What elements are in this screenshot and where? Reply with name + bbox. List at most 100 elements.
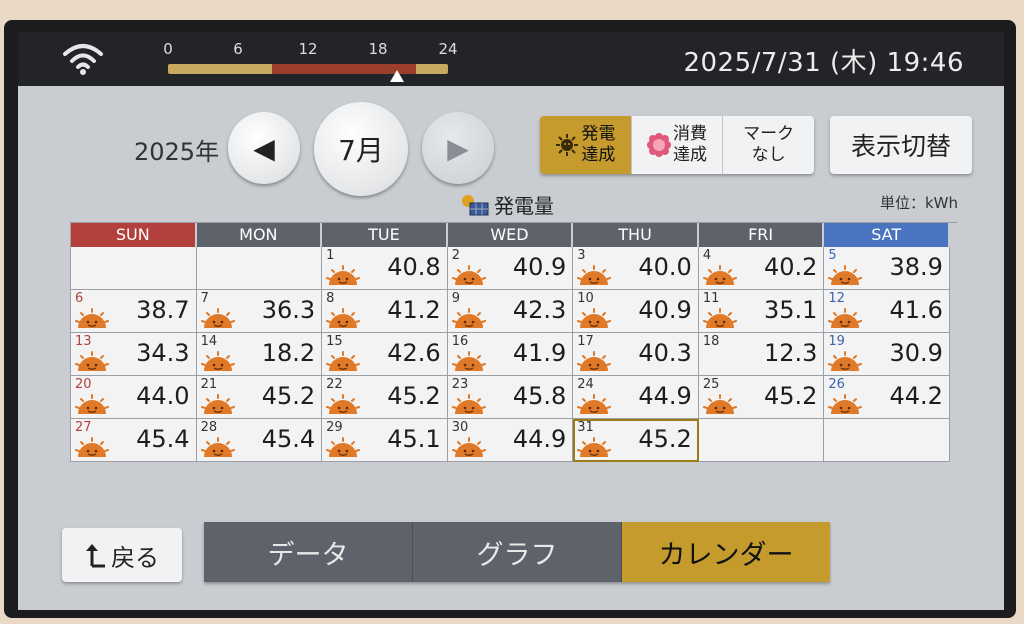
calendar-day-cell[interactable]: 28 45.4 <box>196 419 323 462</box>
calendar-empty-cell <box>824 419 950 462</box>
calendar-day-cell[interactable]: 14 18.2 <box>196 333 323 376</box>
generation-value: 40.0 <box>638 253 692 281</box>
weekday-header: SAT <box>824 223 950 247</box>
status-bar: 0 6 12 18 24 2025/7/31 (木) 19:46 <box>18 32 1004 86</box>
display-toggle-button[interactable]: 表示切替 <box>830 116 972 174</box>
sun-icon <box>75 437 109 457</box>
generation-value: 40.9 <box>512 253 567 281</box>
day-number: 20 <box>75 377 92 392</box>
sun-icon <box>451 394 486 414</box>
mark-selector: 発電 達成 消費 達成 マーク なし <box>540 116 814 174</box>
calendar-day-cell[interactable]: 26 44.2 <box>824 376 950 419</box>
mark-none-button[interactable]: マーク なし <box>723 116 814 174</box>
sun-icon <box>200 308 235 328</box>
day-number: 2 <box>451 248 460 263</box>
arrow-left-icon: ◀ <box>253 131 275 165</box>
calendar-day-cell[interactable]: 16 41.9 <box>447 333 574 376</box>
month-label: 7月 <box>338 134 384 167</box>
time-tick: 24 <box>438 40 458 58</box>
time-bar-segment <box>168 64 272 74</box>
current-time-marker <box>390 70 404 82</box>
back-label: 戻る <box>111 543 159 572</box>
return-arrow-icon <box>86 544 105 568</box>
day-number: 3 <box>577 248 586 263</box>
calendar-day-cell[interactable]: 18 12.3 <box>698 333 825 376</box>
unit-label: 単位：kWh <box>879 194 958 212</box>
calendar-day-cell[interactable]: 10 40.9 <box>573 290 699 333</box>
mark-line: なし <box>751 145 786 165</box>
calendar-day-cell[interactable]: 20 44.0 <box>71 376 197 419</box>
sun-icon <box>577 437 612 457</box>
day-number: 30 <box>451 420 469 435</box>
day-number: 12 <box>828 291 845 306</box>
calendar-day-cell[interactable]: 3 40.0 <box>573 247 699 290</box>
screen: 0 6 12 18 24 2025/7/31 (木) 19:46 2025年 ◀… <box>18 32 1004 610</box>
calendar-day-cell[interactable]: 8 41.2 <box>322 290 448 333</box>
weekday-header: SUN <box>71 223 197 247</box>
generation-value: 38.7 <box>136 296 190 324</box>
sun-icon <box>577 265 612 285</box>
time-of-day-bar: 0 6 12 18 24 <box>163 38 458 82</box>
mark-line: マーク <box>743 124 795 144</box>
sun-icon <box>326 351 361 371</box>
generation-value: 45.2 <box>261 382 316 410</box>
day-number: 25 <box>702 377 720 392</box>
prev-month-button[interactable]: ◀ <box>228 112 300 184</box>
day-number: 18 <box>702 334 720 349</box>
calendar-day-cell[interactable]: 29 45.1 <box>322 419 448 462</box>
calendar-day-cell-today[interactable]: 31 45.2 <box>573 419 699 462</box>
sun-icon <box>702 265 737 285</box>
weekday-header: FRI <box>698 223 825 247</box>
weekday-header: MON <box>196 223 323 247</box>
arrow-right-icon: ▶ <box>447 131 469 165</box>
generation-value: 45.4 <box>261 425 316 453</box>
tab-calendar[interactable]: カレンダー <box>622 522 830 582</box>
calendar-day-cell[interactable]: 15 42.6 <box>322 333 448 376</box>
calendar-day-cell[interactable]: 6 38.7 <box>71 290 197 333</box>
mark-line: 達成 <box>581 145 616 165</box>
calendar-day-cell[interactable]: 7 36.3 <box>196 290 323 333</box>
day-number: 27 <box>75 420 92 435</box>
calendar-day-cell[interactable]: 23 45.8 <box>447 376 574 419</box>
back-button[interactable]: 戻る <box>62 528 182 582</box>
month-button[interactable]: 7月 <box>314 102 408 196</box>
calendar-day-cell[interactable]: 1 40.8 <box>322 247 448 290</box>
day-number: 11 <box>702 291 720 306</box>
calendar-day-cell[interactable]: 9 42.3 <box>447 290 574 333</box>
calendar-day-cell[interactable]: 17 40.3 <box>573 333 699 376</box>
mark-consumption-button[interactable]: 消費 達成 <box>631 116 724 174</box>
calendar-day-cell[interactable]: 19 30.9 <box>824 333 950 376</box>
mark-generation-button[interactable]: 発電 達成 <box>540 116 632 174</box>
day-number: 4 <box>702 248 712 263</box>
day-number: 9 <box>451 291 460 306</box>
tab-graph[interactable]: グラフ <box>413 522 622 582</box>
calendar-day-cell[interactable]: 21 45.2 <box>196 376 323 419</box>
calendar-day-cell[interactable]: 13 34.3 <box>71 333 197 376</box>
calendar-day-cell[interactable]: 30 44.9 <box>447 419 574 462</box>
sun-icon <box>75 308 109 328</box>
tab-data[interactable]: データ <box>204 522 413 582</box>
sun-icon <box>577 394 612 414</box>
day-number: 29 <box>326 420 343 435</box>
calendar-day-cell[interactable]: 2 40.9 <box>447 247 574 290</box>
next-month-button[interactable]: ▶ <box>422 112 494 184</box>
sun-icon <box>326 308 361 328</box>
calendar-day-cell[interactable]: 11 35.1 <box>698 290 825 333</box>
calendar-day-cell[interactable]: 12 41.6 <box>824 290 950 333</box>
generation-value: 38.9 <box>889 253 943 281</box>
sun-icon <box>451 437 486 457</box>
calendar-day-cell[interactable]: 4 40.2 <box>698 247 825 290</box>
calendar-day-cell[interactable]: 5 38.9 <box>824 247 950 290</box>
calendar-week-row: 13 34.3 14 18.2 15 42.6 16 41.9 17 40.3 18 12.3 19 30… <box>71 333 957 376</box>
generation-value: 42.6 <box>387 339 441 367</box>
calendar-day-cell[interactable]: 24 44.9 <box>573 376 699 419</box>
sun-icon <box>702 308 737 328</box>
calendar-week-row: 20 44.0 21 45.2 22 45.2 23 45.8 24 44.9 25 45.2 26 44… <box>71 376 957 419</box>
day-number: 13 <box>75 334 92 349</box>
generation-value: 44.2 <box>889 382 943 410</box>
calendar-day-cell[interactable]: 22 45.2 <box>322 376 448 419</box>
calendar-day-cell[interactable]: 27 45.4 <box>71 419 197 462</box>
calendar-day-cell[interactable]: 25 45.2 <box>698 376 825 419</box>
generation-value: 40.2 <box>763 253 818 281</box>
generation-value: 41.6 <box>889 296 943 324</box>
